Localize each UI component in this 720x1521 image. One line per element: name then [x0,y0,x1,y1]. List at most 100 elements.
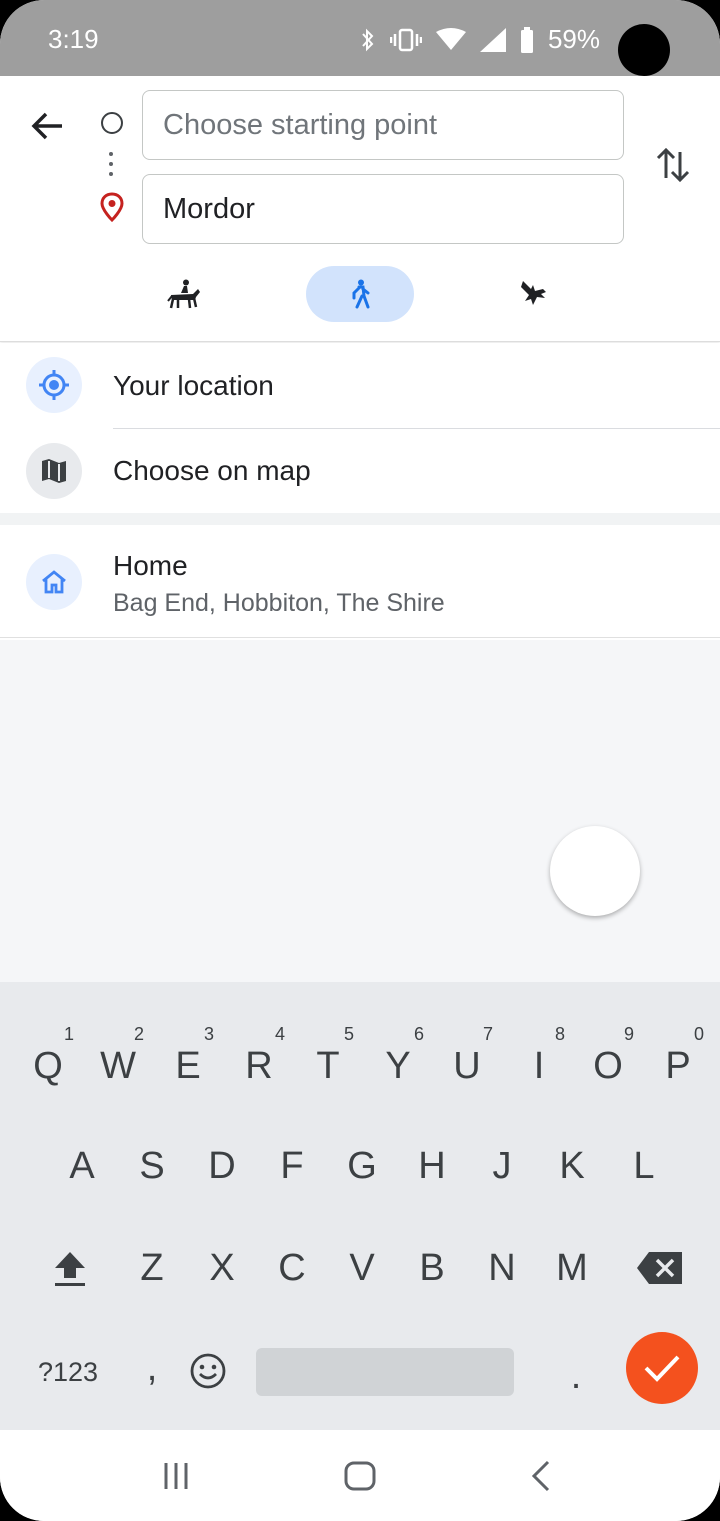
key-d[interactable]: D [190,1126,254,1206]
key-y[interactable]: Y6 [366,1024,430,1106]
destination-input[interactable] [142,174,624,244]
battery-icon [520,26,533,53]
arrow-back-icon [31,112,62,140]
your-location-badge [26,357,82,413]
home-nav-icon [344,1461,376,1491]
my-location-icon [39,370,69,400]
your-location-row[interactable]: Your location [0,343,720,428]
key-label: P [665,1045,691,1087]
swap-vert-icon [656,147,690,183]
symbols-key[interactable]: ?123 [28,1332,108,1412]
key-z[interactable]: Z [120,1228,184,1308]
front-camera [618,24,670,76]
choose-on-map-label: Choose on map [113,455,311,486]
comma-key[interactable]: , [120,1328,184,1408]
cell-signal-icon [479,27,506,52]
shift-icon [55,1252,85,1286]
key-label: O [593,1045,623,1087]
key-g[interactable]: G [330,1126,394,1206]
key-v[interactable]: V [330,1228,394,1308]
recents-button[interactable] [156,1456,196,1496]
travel-mode-bar [0,266,720,322]
section-separator [0,513,720,525]
key-q[interactable]: Q1 [16,1024,80,1106]
key-w[interactable]: W2 [86,1024,150,1106]
status-time: 3:19 [48,24,99,54]
status-icons: 59% [360,24,600,55]
eagle-icon [521,281,546,305]
key-k[interactable]: K [540,1126,604,1206]
travel-mode-eagle[interactable] [480,266,588,322]
choose-on-map-row[interactable]: Choose on map [0,429,720,513]
backspace-key[interactable] [628,1228,692,1308]
chevron-left-icon [531,1460,550,1492]
key-e[interactable]: E3 [156,1024,220,1106]
bluetooth-icon [362,28,374,51]
walking-icon [352,279,370,309]
back-nav-button[interactable] [522,1456,562,1496]
soft-keyboard: Q1 W2 E3 R4 T5 Y6 U7 I8 O9 P0 A S D F G … [0,982,720,1430]
key-hint: 7 [482,1024,493,1044]
key-hint: 5 [343,1024,354,1044]
directions-header [0,76,720,342]
period-key[interactable]: . [544,1336,608,1416]
key-h[interactable]: H [400,1126,464,1206]
key-j[interactable]: J [470,1126,534,1206]
enter-key[interactable] [626,1332,698,1404]
key-label: I [533,1045,545,1087]
your-location-label: Your location [113,370,274,401]
starting-point-input[interactable] [142,90,624,160]
system-nav-bar [0,1430,720,1521]
key-hint: 4 [274,1024,285,1044]
key-f[interactable]: F [260,1126,324,1206]
emoji-icon [190,1353,226,1389]
home-badge [26,554,82,610]
key-x[interactable]: X [190,1228,254,1308]
check-icon [644,1355,680,1382]
recents-icon [164,1463,188,1489]
key-l[interactable]: L [612,1126,676,1206]
floating-action-button[interactable] [550,826,640,916]
key-a[interactable]: A [50,1126,114,1206]
key-i[interactable]: I8 [507,1024,571,1106]
swap-endpoints-button[interactable] [650,142,696,188]
origin-circle-icon [101,112,123,134]
key-o[interactable]: O9 [576,1024,640,1106]
battery-percent: 59% [547,24,600,54]
key-label: Q [33,1045,63,1087]
shift-key[interactable] [38,1228,102,1308]
map-icon [42,459,66,483]
home-icon [42,570,66,594]
status-bar: 3:19 59% [0,0,720,76]
key-c[interactable]: C [260,1228,324,1308]
emoji-key[interactable] [176,1332,240,1412]
home-nav-button[interactable] [340,1456,380,1496]
key-m[interactable]: M [540,1228,604,1308]
key-n[interactable]: N [470,1228,534,1308]
key-label: U [453,1045,481,1087]
key-label: T [316,1045,340,1087]
key-r[interactable]: R4 [227,1024,291,1106]
back-button[interactable] [26,104,70,148]
key-label: Y [385,1045,411,1087]
key-hint: 0 [693,1024,704,1044]
key-t[interactable]: T5 [296,1024,360,1106]
horse-rider-icon [167,279,200,309]
backspace-icon [637,1252,682,1284]
key-hint: 6 [413,1024,424,1044]
space-bar[interactable] [256,1348,514,1396]
key-p[interactable]: P0 [646,1024,710,1106]
key-b[interactable]: B [400,1228,464,1308]
route-dots-icon [109,152,113,182]
key-u[interactable]: U7 [435,1024,499,1106]
key-s[interactable]: S [120,1126,184,1206]
destination-pin-icon [100,192,124,222]
key-hint: 1 [63,1024,74,1044]
key-label: W [100,1045,136,1087]
empty-content-area [0,640,720,982]
travel-mode-walk[interactable] [306,266,414,322]
travel-mode-horse[interactable] [130,266,238,322]
key-hint: 9 [623,1024,634,1044]
home-row[interactable]: Home Bag End, Hobbiton, The Shire [0,526,720,638]
key-label: R [245,1045,273,1087]
